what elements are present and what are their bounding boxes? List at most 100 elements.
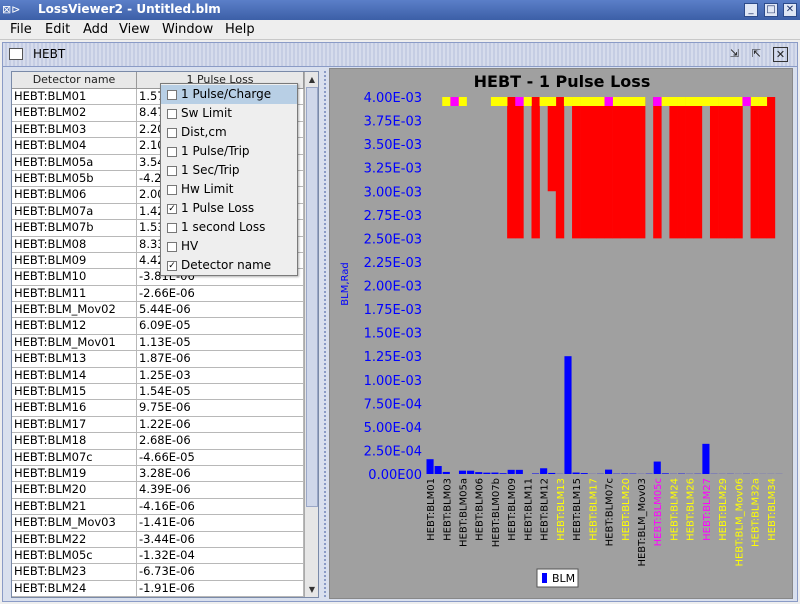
checkbox-icon[interactable]	[167, 128, 177, 138]
cell-pulse-loss[interactable]: 1.87E-06	[137, 351, 304, 367]
cell-pulse-loss[interactable]: 9.75E-06	[137, 400, 304, 416]
cell-detector-name[interactable]: HEBT:BLM07c	[12, 449, 137, 465]
table-row[interactable]: HEBT:BLM12 6.09E-05	[12, 318, 304, 335]
cell-pulse-loss[interactable]: 1.22E-06	[137, 416, 304, 433]
cell-detector-name[interactable]: HEBT:BLM03	[12, 121, 137, 138]
cell-detector-name[interactable]: HEBT:BLM17	[12, 416, 137, 433]
close-icon[interactable]: ✕	[783, 3, 797, 17]
checkbox-icon[interactable]	[167, 90, 177, 100]
table-row[interactable]: HEBT:BLM_Mov03 -1.41E-06	[12, 515, 304, 532]
frame-titlebar[interactable]: HEBT ⇲ ⇱ ✕	[3, 43, 797, 67]
cell-detector-name[interactable]: HEBT:BLM09	[12, 252, 137, 269]
checkbox-icon[interactable]	[167, 147, 177, 157]
popup-item[interactable]: 1 Pulse/Trip	[161, 142, 297, 161]
cell-detector-name[interactable]: HEBT:BLM05b	[12, 170, 137, 187]
frame-minimize-icon[interactable]: ⇲	[727, 47, 742, 62]
cell-pulse-loss[interactable]: 5.44E-06	[137, 302, 304, 318]
cell-pulse-loss[interactable]: -1.41E-06	[137, 515, 304, 531]
popup-item[interactable]: Hw Limit	[161, 180, 297, 199]
table-row[interactable]: HEBT:BLM13 1.87E-06	[12, 351, 304, 368]
cell-detector-name[interactable]: HEBT:BLM02	[12, 105, 137, 121]
table-row[interactable]: HEBT:BLM17 1.22E-06	[12, 416, 304, 434]
cell-detector-name[interactable]: HEBT:BLM19	[12, 465, 137, 482]
cell-detector-name[interactable]: HEBT:BLM24	[12, 580, 137, 597]
table-row[interactable]: HEBT:BLM15 1.54E-05	[12, 384, 304, 401]
scroll-thumb[interactable]	[306, 87, 318, 507]
cell-detector-name[interactable]: HEBT:BLM25	[12, 597, 137, 598]
menu-help[interactable]: Help	[225, 22, 255, 37]
cell-pulse-loss[interactable]: -4.66E-05	[137, 449, 304, 465]
cell-detector-name[interactable]: HEBT:BLM08	[12, 236, 137, 252]
cell-detector-name[interactable]: HEBT:BLM21	[12, 498, 137, 515]
frame-close-icon[interactable]: ✕	[773, 47, 788, 62]
cell-pulse-loss[interactable]: 3.28E-06	[137, 465, 304, 482]
cell-detector-name[interactable]: HEBT:BLM05a	[12, 154, 137, 170]
scroll-down-arrow-icon[interactable]: ▼	[306, 583, 318, 596]
table-row[interactable]: HEBT:BLM19 3.28E-06	[12, 465, 304, 483]
popup-item[interactable]: HV	[161, 237, 297, 256]
cell-detector-name[interactable]: HEBT:BLM07a	[12, 203, 137, 220]
cell-detector-name[interactable]: HEBT:BLM_Mov01	[12, 334, 137, 351]
checkbox-checked-icon[interactable]: ✓	[167, 204, 177, 214]
popup-item[interactable]: ✓ 1 Pulse Loss	[161, 199, 297, 218]
cell-detector-name[interactable]: HEBT:BLM18	[12, 433, 137, 449]
checkbox-icon[interactable]	[167, 166, 177, 176]
menu-file[interactable]: File	[10, 22, 32, 37]
cell-detector-name[interactable]: HEBT:BLM13	[12, 351, 137, 367]
cell-pulse-loss[interactable]: -4.16E-06	[137, 498, 304, 515]
split-pane-divider[interactable]	[321, 71, 329, 598]
cell-detector-name[interactable]: HEBT:BLM11	[12, 285, 137, 302]
cell-pulse-loss[interactable]: -3.44E-06	[137, 531, 304, 547]
cell-detector-name[interactable]: HEBT:BLM22	[12, 531, 137, 547]
cell-detector-name[interactable]: HEBT:BLM10	[12, 269, 137, 285]
checkbox-icon[interactable]	[167, 223, 177, 233]
cell-pulse-loss[interactable]: -6.73E-06	[137, 564, 304, 580]
table-row[interactable]: HEBT:BLM11 -2.66E-06	[12, 285, 304, 303]
cell-pulse-loss[interactable]: -1.32E-04	[137, 547, 304, 564]
cell-pulse-loss[interactable]: 1.54E-05	[137, 384, 304, 400]
checkbox-icon[interactable]	[167, 242, 177, 252]
table-row[interactable]: HEBT:BLM_Mov01 1.13E-05	[12, 334, 304, 352]
menu-edit[interactable]: Edit	[45, 22, 70, 37]
cell-pulse-loss[interactable]: 4.39E-06	[137, 482, 304, 498]
maximize-icon[interactable]: □	[764, 3, 778, 17]
cell-pulse-loss[interactable]: 2.68E-06	[137, 433, 304, 449]
cell-pulse-loss[interactable]: 1.25E-03	[137, 367, 304, 384]
cell-detector-name[interactable]: HEBT:BLM_Mov02	[12, 302, 137, 318]
table-row[interactable]: HEBT:BLM07c -4.66E-05	[12, 449, 304, 466]
column-header-detector-name[interactable]: Detector name	[12, 72, 137, 89]
cell-pulse-loss[interactable]: -1.91E-06	[137, 580, 304, 597]
cell-pulse-loss[interactable]: 6.09E-05	[137, 318, 304, 334]
table-row[interactable]: HEBT:BLM21 -4.16E-06	[12, 498, 304, 516]
window-app-icon[interactable]: ⊠⊳	[2, 3, 20, 17]
checkbox-icon[interactable]	[167, 109, 177, 119]
cell-pulse-loss[interactable]: 1.13E-05	[137, 334, 304, 351]
checkbox-checked-icon[interactable]: ✓	[167, 261, 177, 271]
table-row[interactable]: HEBT:BLM_Mov02 5.44E-06	[12, 302, 304, 319]
popup-item[interactable]: Sw Limit	[161, 104, 297, 123]
table-vertical-scrollbar[interactable]: ▲ ▼	[304, 72, 318, 597]
cell-detector-name[interactable]: HEBT:BLM16	[12, 400, 137, 416]
cell-detector-name[interactable]: HEBT:BLM04	[12, 138, 137, 154]
cell-detector-name[interactable]: HEBT:BLM20	[12, 482, 137, 498]
cell-detector-name[interactable]: HEBT:BLM05c	[12, 547, 137, 564]
popup-item[interactable]: Dist,cm	[161, 123, 297, 142]
minimize-icon[interactable]: _	[744, 3, 758, 17]
popup-item[interactable]: 1 Sec/Trip	[161, 161, 297, 180]
table-row[interactable]: HEBT:BLM05c -1.32E-04	[12, 547, 304, 565]
menu-add[interactable]: Add	[83, 22, 108, 37]
cell-pulse-loss[interactable]: -2.66E-06	[137, 285, 304, 302]
table-row[interactable]: HEBT:BLM254.10E-06	[12, 597, 304, 598]
table-row[interactable]: HEBT:BLM18 2.68E-06	[12, 433, 304, 450]
table-row[interactable]: HEBT:BLM20 4.39E-06	[12, 482, 304, 499]
menu-view[interactable]: View	[119, 22, 150, 37]
cell-detector-name[interactable]: HEBT:BLM_Mov03	[12, 515, 137, 531]
cell-detector-name[interactable]: HEBT:BLM12	[12, 318, 137, 334]
cell-detector-name[interactable]: HEBT:BLM14	[12, 367, 137, 384]
table-row[interactable]: HEBT:BLM22 -3.44E-06	[12, 531, 304, 548]
cell-detector-name[interactable]: HEBT:BLM07b	[12, 220, 137, 236]
cell-detector-name[interactable]: HEBT:BLM06	[12, 187, 137, 203]
popup-item[interactable]: ✓ Detector name	[161, 256, 297, 275]
scroll-up-arrow-icon[interactable]: ▲	[306, 73, 318, 86]
cell-detector-name[interactable]: HEBT:BLM15	[12, 384, 137, 400]
